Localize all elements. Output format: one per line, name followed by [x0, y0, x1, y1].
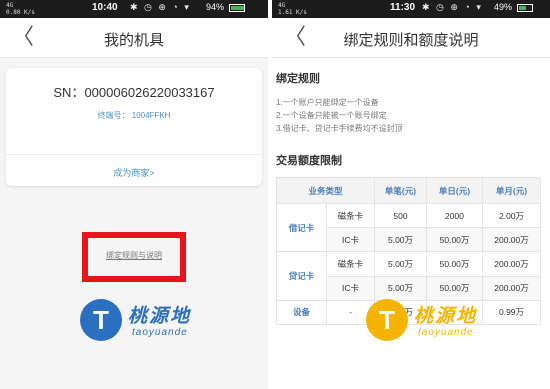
single-limit-cell: 500	[374, 202, 428, 229]
status-time: 11:30	[390, 2, 416, 13]
left-screen: 4G 0.80 K/s 10:40 ✱ ◷ ⊕ ◔ ▾ 94% 〈 我的机具 S…	[0, 0, 268, 389]
daily-limit-cell: 50.00万	[426, 275, 484, 301]
rule-item: 3.借记卡、贷记卡手续费均不设封顶	[276, 124, 403, 133]
signal-indicator: 4G 1.61 K/s	[278, 2, 307, 16]
status-icons: ✱ ◷ ⊕ ◔ ▾	[422, 2, 483, 12]
battery-percent: 94%	[206, 2, 225, 12]
battery-fill	[230, 5, 244, 10]
table-header-row: 业务类型 单笔(元) 单日(元) 单月(元)	[275, 177, 542, 204]
limit-table: 业务类型 单笔(元) 单日(元) 单月(元) 借记卡 磁条卡 500 2000 …	[275, 177, 542, 326]
logo-english-text: taoyuande	[418, 327, 474, 338]
header-single: 单笔(元)	[374, 177, 428, 204]
status-bar: 4G 0.80 K/s 10:40 ✱ ◷ ⊕ ◔ ▾ 94%	[0, 0, 268, 18]
battery-percent: 49%	[494, 2, 513, 12]
daily-limit-cell: 2000	[426, 202, 484, 229]
single-limit-cell: 5.00万	[374, 251, 428, 277]
battery-indicator: 49%	[494, 2, 533, 12]
serial-number: SN：000006026220033167	[53, 85, 215, 100]
status-time: 10:40	[92, 2, 118, 13]
table-row: 设备 - 5.00万 0.99万	[276, 299, 542, 326]
status-icons: ✱ ◷ ⊕ ◔ ▾	[130, 2, 191, 12]
single-limit-cell: 5.00万	[374, 227, 428, 253]
rule-item: 2.一个设备只能被一个账号绑定	[276, 111, 387, 120]
monthly-limit-cell: 200.00万	[482, 251, 542, 277]
monthly-limit-cell: 0.99万	[482, 299, 542, 326]
binding-rules-title: 绑定规则	[276, 73, 320, 85]
logo-t-glyph: T	[379, 305, 395, 335]
monthly-limit-cell: 200.00万	[482, 227, 542, 253]
page-title: 我的机具	[103, 32, 164, 49]
battery-icon	[228, 3, 245, 12]
card-type-cell: IC卡	[325, 275, 376, 301]
card-type-cell: IC卡	[325, 227, 376, 253]
category-cell: 借记卡	[276, 202, 327, 253]
page-title: 绑定规则和额度说明	[343, 32, 479, 49]
device-card: SN：000006026220033167 终端号： 1004FFKH 成为商家…	[6, 68, 262, 186]
nav-bar: 〈 绑定规则和额度说明	[272, 18, 550, 58]
terminal-number: 终端号： 1004FFKH	[97, 111, 171, 120]
become-merchant-link[interactable]: 成为商家>	[6, 166, 262, 179]
logo-english-text: taoyuande	[132, 327, 188, 338]
logo-chinese-text: 桃源地	[128, 306, 192, 327]
header-daily: 单日(元)	[426, 177, 484, 204]
binding-rules-list: 1.一个账户只能绑定一个设备 2.一个设备只能被一个账号绑定 3.借记卡、贷记卡…	[276, 96, 403, 135]
card-type-cell: 磁条卡	[325, 251, 376, 277]
battery-icon	[516, 3, 533, 12]
table-row: 借记卡 磁条卡 500 2000 2.00万	[276, 202, 542, 253]
table-row: 贷记卡 磁条卡 5.00万 50.00万 200.00万	[276, 251, 542, 301]
monthly-limit-cell: 2.00万	[482, 202, 542, 229]
daily-limit-cell: 50.00万	[426, 227, 484, 253]
nav-bar: 〈 我的机具	[0, 18, 268, 58]
right-screen: 4G 1.61 K/s 11:30 ✱ ◷ ⊕ ◔ ▾ 49% 〈 绑定规则和额…	[272, 0, 550, 389]
status-bar: 4G 1.61 K/s 11:30 ✱ ◷ ⊕ ◔ ▾ 49%	[272, 0, 550, 18]
monthly-limit-cell: 200.00万	[482, 275, 542, 301]
logo-t-glyph: T	[93, 305, 109, 335]
rule-item: 1.一个账户只能绑定一个设备	[276, 98, 379, 107]
binding-rules-link[interactable]: 绑定规则与说明	[88, 250, 180, 261]
header-monthly: 单月(元)	[482, 177, 542, 204]
header-business-type: 业务类型	[275, 177, 376, 204]
card-type-cell: 磁条卡	[325, 202, 376, 229]
single-limit-cell: 5.00万	[374, 275, 428, 301]
logo-chinese-text: 桃源地	[414, 306, 478, 327]
daily-limit-cell: 50.00万	[426, 251, 484, 277]
signal-indicator: 4G 0.80 K/s	[6, 2, 35, 16]
limit-section-title: 交易额度限制	[276, 155, 342, 167]
card-divider	[6, 154, 262, 155]
battery-indicator: 94%	[206, 2, 245, 12]
battery-fill	[518, 5, 526, 10]
category-cell: 贷记卡	[276, 251, 327, 301]
category-cell: 设备	[276, 299, 327, 326]
